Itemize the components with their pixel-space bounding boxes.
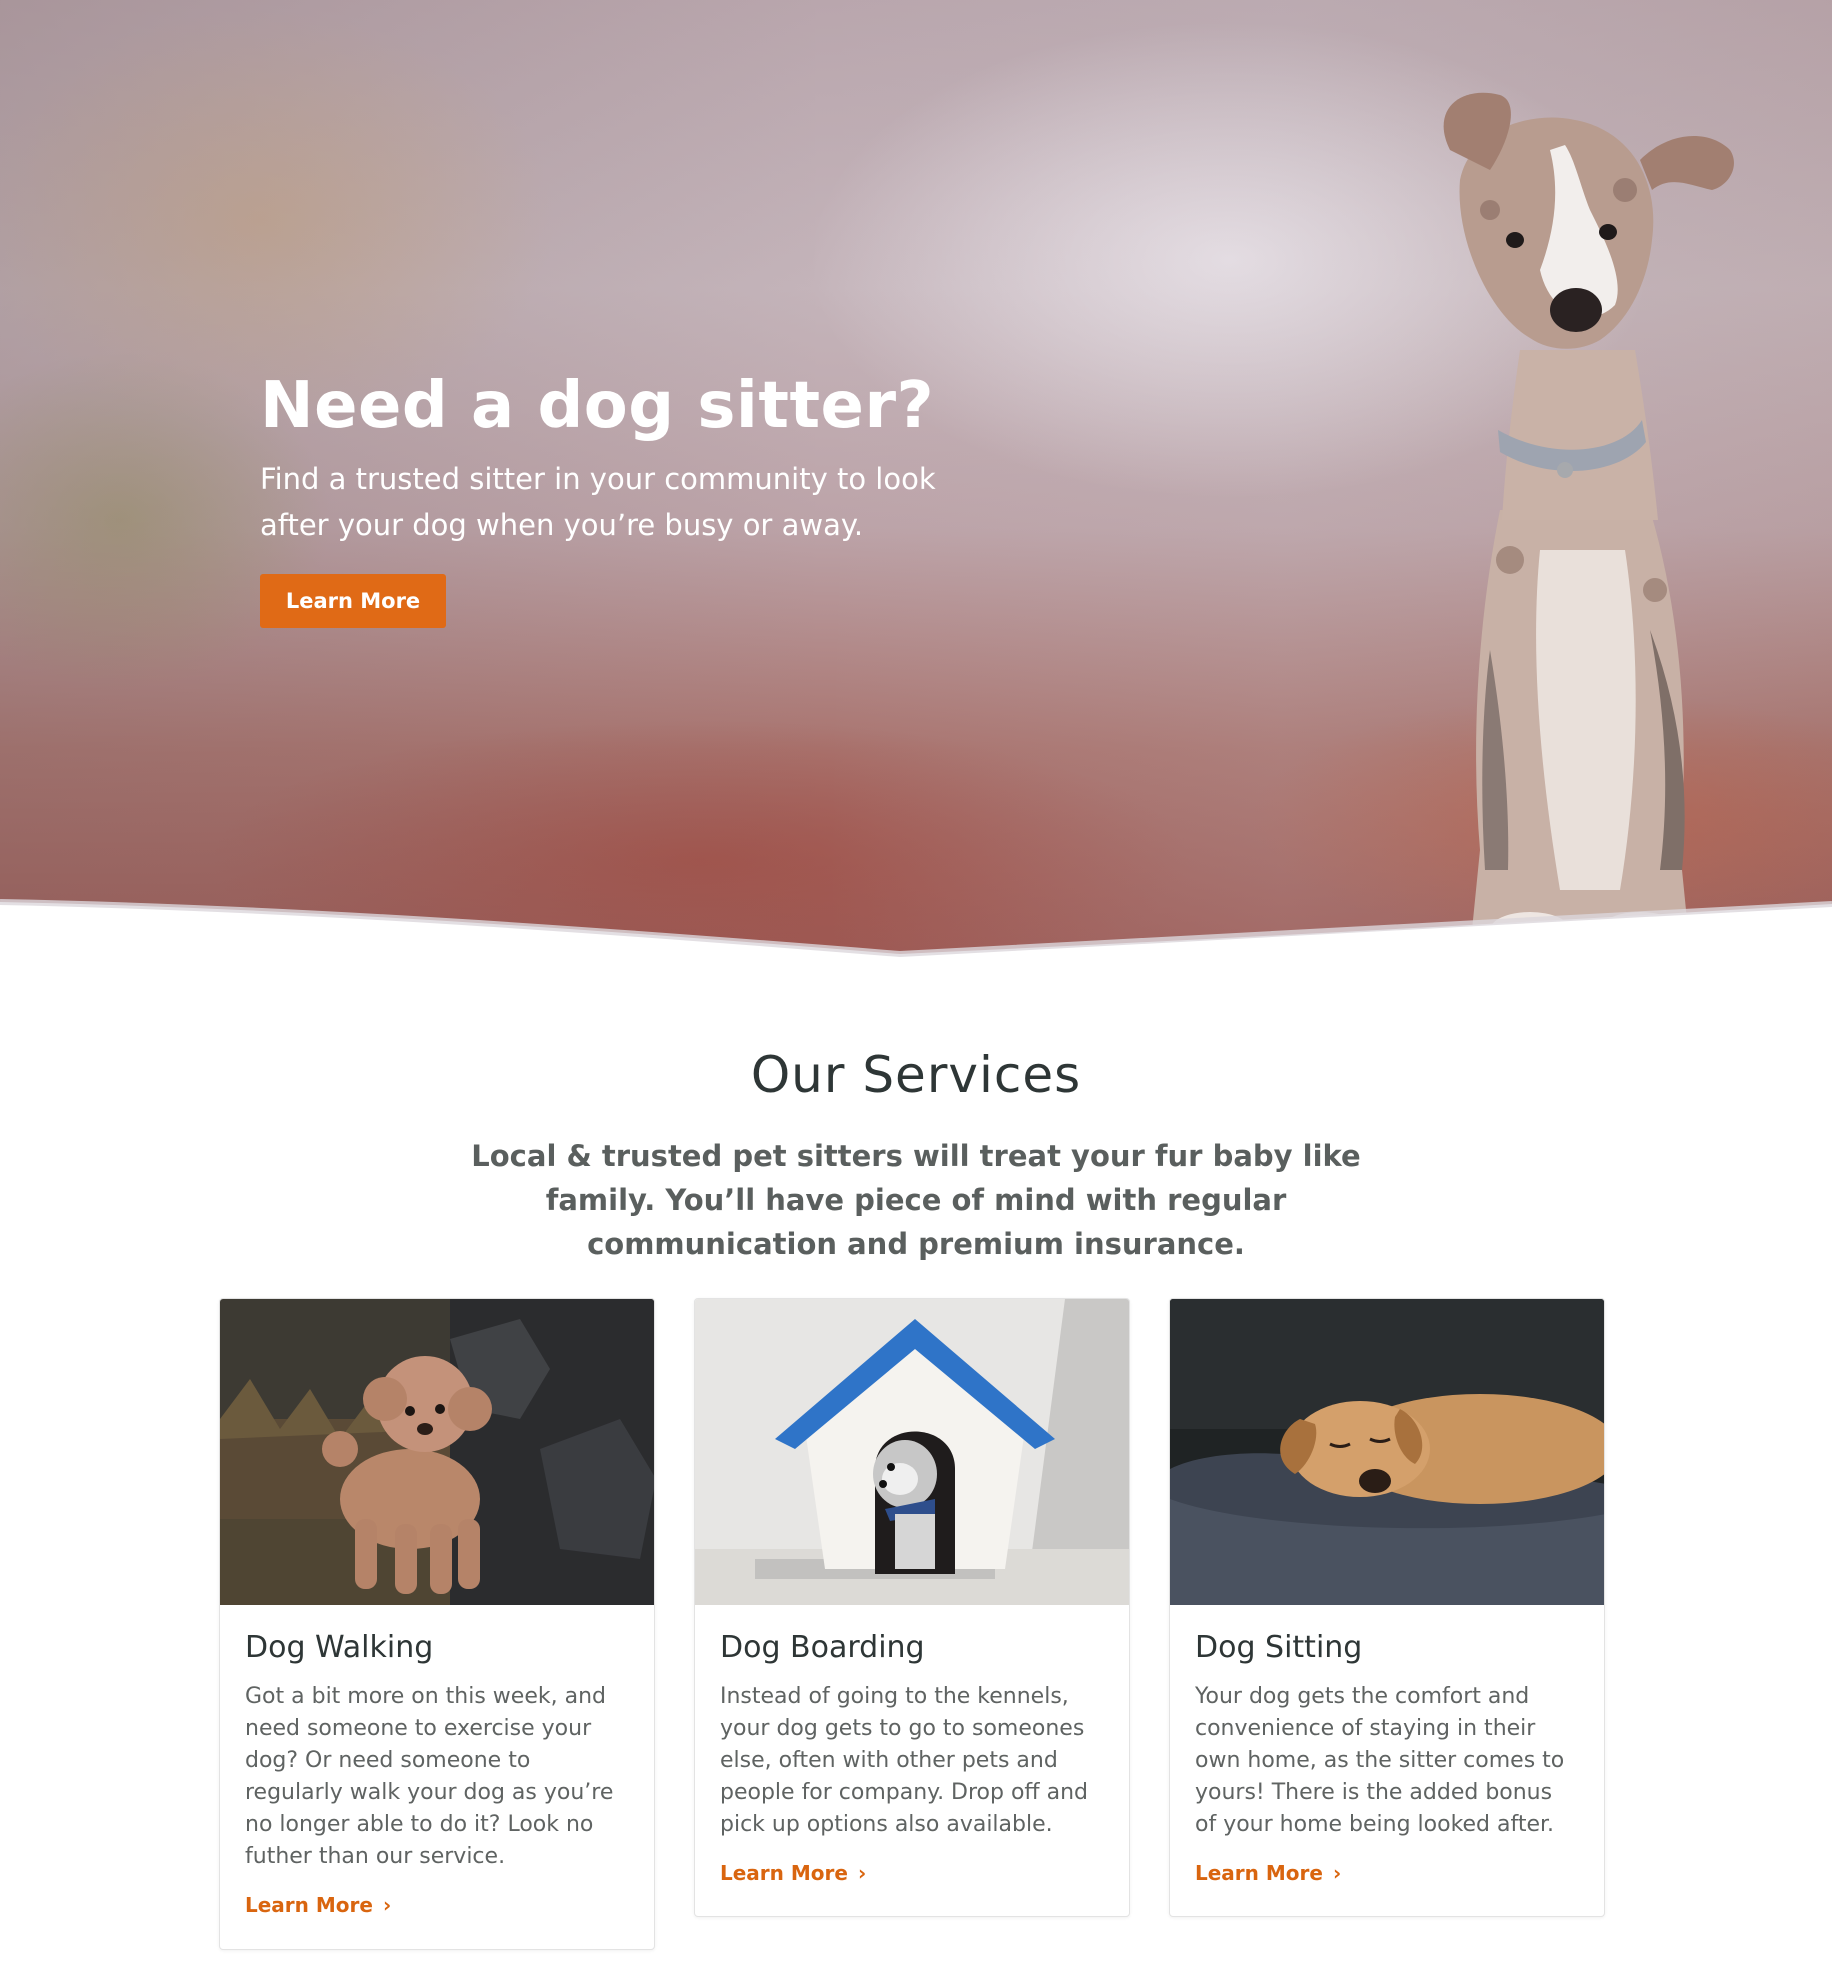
chevron-right-icon: ›: [1332, 1861, 1342, 1885]
service-card-dog-boarding: Dog Boarding Instead of going to the ken…: [694, 1298, 1130, 1917]
card-title: Dog Walking: [245, 1630, 434, 1665]
hero-subtitle: Find a trusted sitter in your community …: [260, 462, 936, 542]
sleeping-dog-photo: [1170, 1299, 1604, 1605]
hero-content: Need a dog sitter? Find a trusted sitter…: [260, 366, 1020, 628]
hero-title: Need a dog sitter?: [260, 369, 935, 443]
chevron-right-icon: ›: [857, 1861, 867, 1885]
hero-dog-image: [1443, 92, 1734, 950]
card-link-label: Learn More: [1195, 1861, 1323, 1885]
card-text: Your dog gets the comfort and convenienc…: [1195, 1684, 1565, 1837]
card-body: Dog Boarding Instead of going to the ken…: [695, 1605, 1129, 1887]
services-description: Local & trusted pet sitters will treat y…: [471, 1139, 1361, 1261]
hero-wave-divider: [0, 899, 1832, 960]
card-learn-more-link[interactable]: Learn More ›: [245, 1891, 391, 1919]
service-card-dog-sitting: Dog Sitting Your dog gets the comfort an…: [1169, 1298, 1605, 1917]
card-learn-more-link[interactable]: Learn More ›: [720, 1859, 866, 1887]
services-title: Our Services: [750, 1046, 1082, 1104]
card-body: Dog Walking Got a bit more on this week,…: [220, 1605, 654, 1919]
dog-house-photo: [695, 1299, 1129, 1605]
card-text: Instead of going to the kennels, your do…: [720, 1684, 1088, 1837]
card-title: Dog Boarding: [720, 1630, 925, 1665]
service-card-dog-walking: Dog Walking Got a bit more on this week,…: [219, 1298, 655, 1950]
poodle-photo: [220, 1299, 654, 1605]
card-title: Dog Sitting: [1195, 1630, 1363, 1665]
card-body: Dog Sitting Your dog gets the comfort an…: [1170, 1605, 1604, 1887]
card-learn-more-link[interactable]: Learn More ›: [1195, 1859, 1341, 1887]
hero-section: Need a dog sitter? Find a trusted sitter…: [0, 0, 1832, 960]
chevron-right-icon: ›: [382, 1893, 392, 1917]
card-link-label: Learn More: [245, 1893, 373, 1917]
card-link-label: Learn More: [720, 1861, 848, 1885]
card-text: Got a bit more on this week, and need so…: [245, 1684, 614, 1869]
hero-learn-more-button[interactable]: Learn More: [260, 574, 446, 628]
